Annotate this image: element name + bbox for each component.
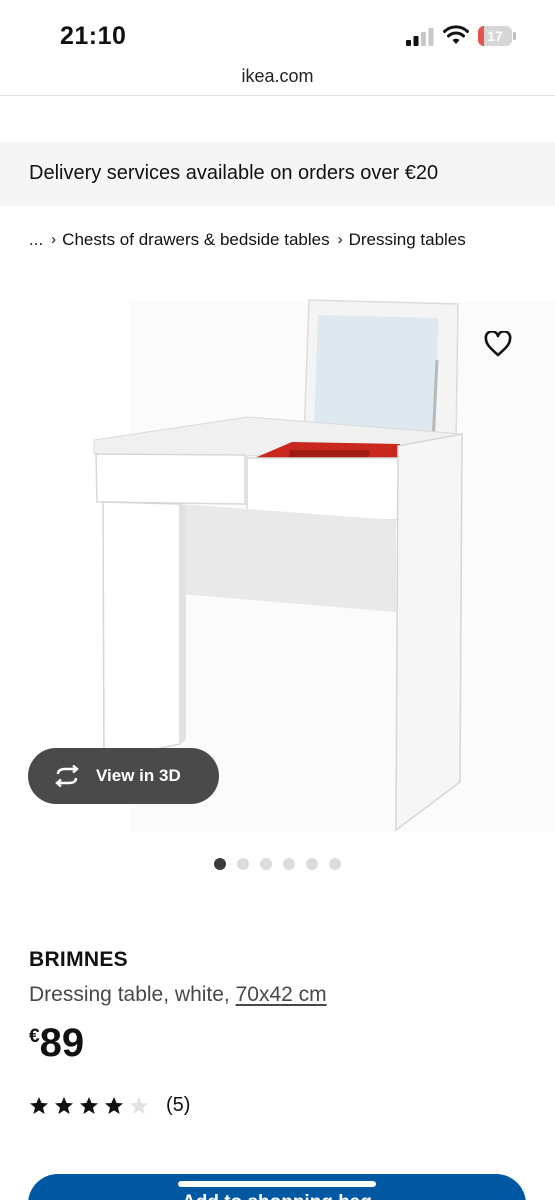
chevron-right-icon: › — [337, 230, 343, 248]
price-value: 89 — [39, 1021, 85, 1065]
back-panel — [180, 504, 396, 612]
price-currency: € — [29, 1026, 40, 1047]
breadcrumb-link-chests[interactable]: Chests of drawers & bedside tables — [62, 230, 329, 250]
product-rating[interactable]: (5) — [29, 1094, 190, 1117]
status-time: 21:10 — [60, 22, 127, 50]
favorite-button[interactable] — [480, 326, 516, 362]
carousel-dot[interactable] — [237, 858, 249, 870]
heart-outline-icon — [484, 331, 512, 357]
carousel-dot[interactable] — [260, 858, 272, 870]
signal-icon — [406, 28, 434, 46]
left-drawer — [95, 453, 246, 505]
product-price: € 89 — [29, 1020, 84, 1066]
delivery-text: Delivery services available on orders ov… — [29, 162, 439, 184]
right-panel — [395, 433, 463, 832]
wifi-icon — [443, 25, 469, 44]
breadcrumb-ellipsis[interactable]: ... — [29, 230, 43, 250]
product-name: BRIMNES — [29, 948, 128, 971]
carousel-dot[interactable] — [214, 858, 226, 870]
breadcrumb: ... › Chests of drawers & bedside tables… — [29, 228, 466, 252]
battery-icon: 17 — [478, 26, 516, 46]
chevron-right-icon: › — [51, 230, 57, 248]
delivery-banner: Delivery services available on orders ov… — [0, 142, 555, 206]
product-size-link[interactable]: 70x42 cm — [236, 983, 327, 1006]
breadcrumb-link-dressing-tables[interactable]: Dressing tables — [349, 230, 466, 250]
left-leg — [102, 501, 181, 761]
view-in-3d-label: View in 3D — [96, 766, 181, 785]
star-filled-icon — [30, 1096, 48, 1114]
product-description-text: Dressing table, white, — [29, 983, 236, 1006]
carousel-dot[interactable] — [283, 858, 295, 870]
carousel-dot[interactable] — [329, 858, 341, 870]
star-filled-icon — [80, 1096, 98, 1114]
product-description: Dressing table, white, 70x42 cm — [29, 983, 327, 1007]
star-filled-icon — [55, 1096, 73, 1114]
add-to-bag-button[interactable]: Add to shopping bag — [28, 1174, 526, 1200]
carousel-dot[interactable] — [306, 858, 318, 870]
home-indicator — [178, 1181, 376, 1187]
carousel-dots[interactable] — [214, 858, 341, 870]
review-count: (5) — [166, 1094, 191, 1116]
url-text: ikea.com — [241, 66, 314, 86]
mirror-glass — [314, 315, 438, 440]
star-empty-icon — [130, 1096, 148, 1114]
address-bar[interactable]: ikea.com — [0, 62, 555, 96]
rotate-3d-icon — [55, 765, 79, 787]
star-filled-icon — [105, 1096, 123, 1114]
status-bar: 21:10 17 — [0, 0, 555, 62]
battery-level: 17 — [487, 28, 503, 44]
view-in-3d-button[interactable]: View in 3D — [28, 748, 219, 804]
